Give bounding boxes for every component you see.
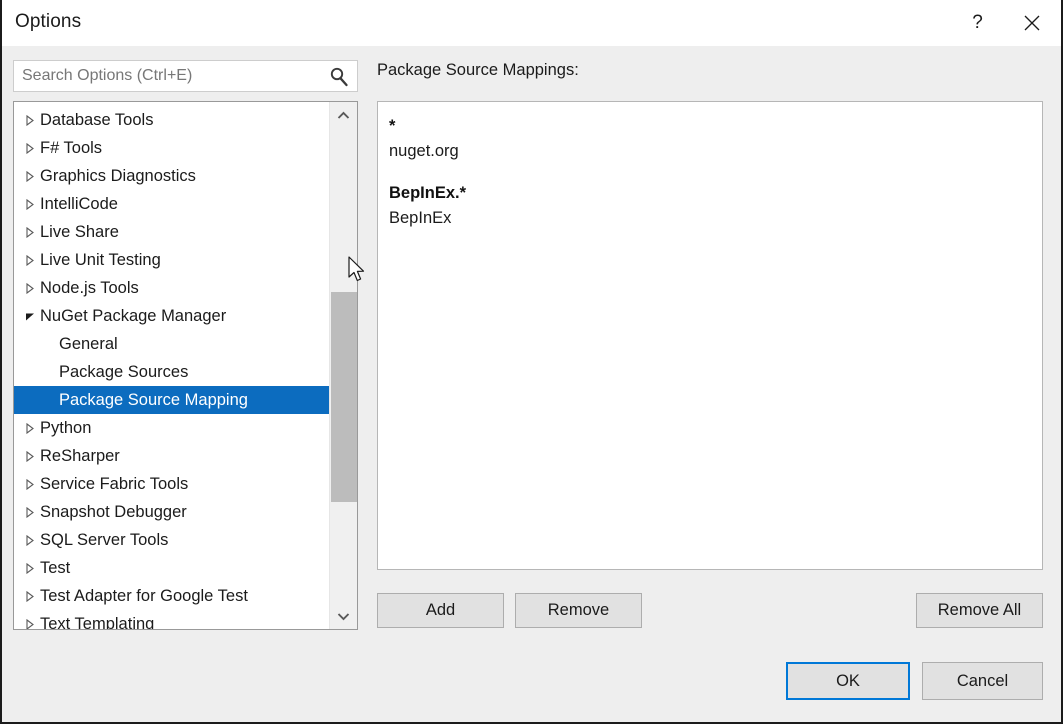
tree-item-label: General — [59, 335, 118, 353]
chevron-down-icon — [337, 612, 350, 620]
triangle-right-icon[interactable] — [25, 246, 37, 274]
mapping-group[interactable]: BepInEx.* BepInEx — [389, 181, 1038, 231]
triangle-right-icon[interactable] — [25, 582, 37, 610]
options-tree-list[interactable]: Database Tools F# Tools Graphics Diagnosti… — [14, 106, 330, 630]
triangle-right-icon[interactable] — [25, 498, 37, 526]
tree-item-sql-server-tools[interactable]: SQL Server Tools — [14, 526, 330, 554]
question-mark-icon: ? — [972, 12, 983, 33]
triangle-right-icon[interactable] — [25, 190, 37, 218]
tree-item-live-share[interactable]: Live Share — [14, 218, 330, 246]
scroll-down-button[interactable] — [330, 603, 357, 629]
tree-item-test[interactable]: Test — [14, 554, 330, 582]
title-bar: Options ? — [2, 0, 1061, 46]
mapping-source: nuget.org — [389, 142, 459, 160]
package-source-mappings-label: Package Source Mappings: — [377, 61, 579, 79]
tree-item-label: Test Adapter for Google Test — [40, 587, 248, 605]
options-tree-panel: Database Tools F# Tools Graphics Diagnosti… — [13, 101, 358, 630]
tree-item-label: Node.js Tools — [40, 279, 139, 297]
tree-item-package-sources[interactable]: Package Sources — [14, 358, 330, 386]
tree-item-label: Live Share — [40, 223, 119, 241]
tree-item-label: Graphics Diagnostics — [40, 167, 196, 185]
help-button[interactable]: ? — [954, 0, 1001, 46]
tree-item-node-js-tools[interactable]: Node.js Tools — [14, 274, 330, 302]
tree-item-label: Package Sources — [59, 363, 189, 381]
triangle-right-icon[interactable] — [25, 554, 37, 582]
tree-item-live-unit-testing[interactable]: Live Unit Testing — [14, 246, 330, 274]
close-button[interactable] — [1008, 0, 1055, 46]
mappings-container: * nuget.org BepInEx.* BepInEx — [389, 114, 1038, 248]
triangle-right-icon[interactable] — [25, 442, 37, 470]
tree-item-label: SQL Server Tools — [40, 531, 169, 549]
tree-item-label: Text Templating — [40, 615, 155, 630]
search-input[interactable] — [22, 61, 318, 91]
triangle-right-icon[interactable] — [25, 106, 37, 134]
tree-item-service-fabric-tools[interactable]: Service Fabric Tools — [14, 470, 330, 498]
triangle-right-icon[interactable] — [25, 470, 37, 498]
tree-item-label: NuGet Package Manager — [40, 307, 227, 325]
tree-item-label: F# Tools — [40, 139, 103, 157]
cancel-button[interactable]: Cancel — [922, 662, 1043, 700]
tree-item-test-adapter-for-google-test[interactable]: Test Adapter for Google Test — [14, 582, 330, 610]
options-dialog: Options ? Database Tools F# Tools Graphics… — [0, 0, 1063, 724]
tree-item-snapshot-debugger[interactable]: Snapshot Debugger — [14, 498, 330, 526]
tree-item-label: Test — [40, 559, 71, 577]
tree-item-label: Live Unit Testing — [40, 251, 161, 269]
search-icon[interactable] — [328, 66, 350, 88]
triangle-right-icon[interactable] — [25, 610, 37, 629]
scroll-up-button[interactable] — [330, 102, 357, 128]
tree-item-label: IntelliCode — [40, 195, 118, 213]
chevron-up-icon — [337, 111, 350, 119]
tree-item-label: Package Source Mapping — [59, 391, 248, 409]
triangle-right-icon[interactable] — [25, 162, 37, 190]
scroll-thumb[interactable] — [331, 292, 357, 502]
tree-item-package-source-mapping[interactable]: Package Source Mapping — [14, 386, 330, 414]
package-source-mappings-list[interactable]: * nuget.org BepInEx.* BepInEx — [377, 101, 1043, 570]
search-box[interactable] — [13, 60, 358, 92]
tree-item-nuget-package-manager[interactable]: NuGet Package Manager — [14, 302, 330, 330]
triangle-right-icon[interactable] — [25, 218, 37, 246]
tree-item-graphics-diagnostics[interactable]: Graphics Diagnostics — [14, 162, 330, 190]
triangle-right-icon[interactable] — [25, 134, 37, 162]
tree-item-python[interactable]: Python — [14, 414, 330, 442]
tree-scrollbar[interactable] — [329, 102, 357, 629]
triangle-right-icon[interactable] — [25, 526, 37, 554]
remove-all-button[interactable]: Remove All — [916, 593, 1043, 628]
tree-item-label: Python — [40, 419, 92, 437]
tree-item-label: Database Tools — [40, 111, 154, 129]
dialog-title: Options — [15, 11, 82, 32]
triangle-down-icon[interactable] — [25, 302, 37, 330]
tree-item-label: Snapshot Debugger — [40, 503, 187, 521]
triangle-right-icon[interactable] — [25, 414, 37, 442]
add-button[interactable]: Add — [377, 593, 504, 628]
mapping-pattern: BepInEx.* — [389, 184, 467, 202]
tree-item-text-templating[interactable]: Text Templating — [14, 610, 330, 630]
close-icon — [1024, 15, 1039, 31]
ok-button[interactable]: OK — [786, 662, 910, 700]
tree-item-label: Service Fabric Tools — [40, 475, 189, 493]
remove-button[interactable]: Remove — [515, 593, 642, 628]
tree-item-resharper[interactable]: ReSharper — [14, 442, 330, 470]
tree-item-intellicode[interactable]: IntelliCode — [14, 190, 330, 218]
tree-item-label: ReSharper — [40, 447, 120, 465]
triangle-right-icon[interactable] — [25, 274, 37, 302]
mapping-group[interactable]: * nuget.org — [389, 114, 1038, 164]
mapping-pattern: * — [389, 117, 396, 135]
mapping-source: BepInEx — [389, 209, 452, 227]
tree-item-f-tools[interactable]: F# Tools — [14, 134, 330, 162]
tree-item-database-tools[interactable]: Database Tools — [14, 106, 330, 134]
tree-item-general[interactable]: General — [14, 330, 330, 358]
